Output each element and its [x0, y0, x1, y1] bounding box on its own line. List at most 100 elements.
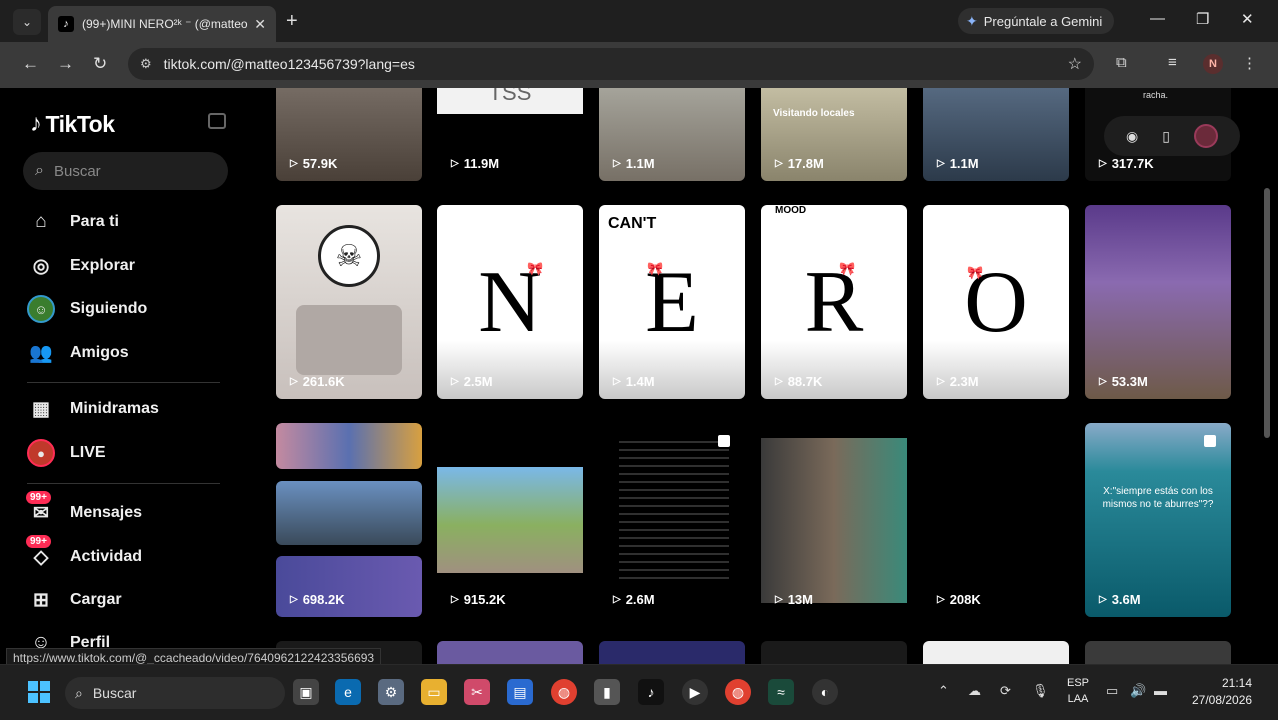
forward-arrow-icon[interactable]: →	[57, 54, 74, 74]
battery-icon[interactable]: ▬	[1154, 683, 1167, 698]
nav-explorar[interactable]: ◎ Explorar	[27, 251, 135, 281]
view-count: ▷ 57.9K	[290, 156, 338, 171]
restore-icon[interactable]: ❐	[1196, 10, 1209, 28]
nav-minidramas[interactable]: ▦ Minidramas	[27, 394, 159, 424]
tiktok-logo[interactable]: ♪ TikTok	[30, 110, 115, 138]
bookmark-star-icon[interactable]: ☆	[1068, 54, 1082, 74]
video-card[interactable]: O 🎀 ▷ 2.3M	[923, 205, 1069, 399]
video-card[interactable]: ▷ 208K	[923, 423, 1069, 617]
view-count: ▷ 17.8M	[775, 156, 824, 171]
thumbnail-letter: R	[804, 253, 864, 351]
nav-label: Siguiendo	[70, 300, 148, 317]
media-player-icon[interactable]: ▶	[682, 679, 708, 705]
tiktok-page: ♪ TikTok ⌕ ⌂ Para ti ◎ Explorar ☺ Siguie…	[0, 88, 1278, 664]
nav-actividad[interactable]: ◇ 99+ Actividad	[26, 535, 142, 572]
video-card[interactable]	[761, 641, 907, 664]
nav-label: LIVE	[70, 444, 106, 461]
task-view-icon[interactable]: ▣	[293, 679, 319, 705]
snipping-tool-icon[interactable]: ✂	[464, 679, 490, 705]
collapse-sidebar-icon[interactable]	[208, 113, 226, 129]
volume-icon[interactable]: 🔊	[1130, 683, 1146, 699]
network-icon[interactable]: ▭	[1106, 683, 1118, 699]
video-card[interactable]	[437, 641, 583, 664]
video-card[interactable]: ▷ 57.9K	[276, 88, 422, 181]
windows-start-icon[interactable]	[28, 681, 50, 703]
video-card[interactable]: MOOD R 🎀 ▷ 88.7K	[761, 205, 907, 399]
taskbar-search-label: Buscar	[92, 685, 137, 701]
chevron-up-icon[interactable]: ⌃	[938, 683, 949, 699]
video-card[interactable]: N 🎀 ▷ 2.5M	[437, 205, 583, 399]
video-card[interactable]: ▷ 1.1M	[923, 88, 1069, 181]
video-card[interactable]: ☠ ▷ 261.6K	[276, 205, 422, 399]
more-menu-icon[interactable]: ⋮	[1242, 54, 1257, 72]
video-card[interactable]: ▷ 53.3M	[1085, 205, 1231, 399]
nav-label: Mensajes	[70, 504, 143, 521]
tab-search-button[interactable]: ⌄	[13, 9, 41, 35]
nav-amigos[interactable]: 👥 Amigos	[27, 338, 129, 368]
sidebar: ♪ TikTok ⌕ ⌂ Para ti ◎ Explorar ☺ Siguie…	[0, 88, 250, 664]
back-arrow-icon[interactable]: ←	[22, 54, 39, 74]
obs-icon[interactable]: ◐	[812, 679, 838, 705]
browser-tab[interactable]: ♪ (99+)MINI NERO²ᵏ ⁻ (@matteo ✕	[48, 6, 276, 42]
video-card[interactable]: X:"siempre estás con los mismos no te ab…	[1085, 423, 1231, 617]
floating-tools: ◉ ▯	[1104, 116, 1240, 156]
nav-para-ti[interactable]: ⌂ Para ti	[27, 207, 119, 237]
store-icon[interactable]: ▤	[507, 679, 533, 705]
video-card[interactable]: ▷ 915.2K	[437, 423, 583, 617]
system-clock[interactable]: 21:14 27/08/2026	[1192, 675, 1252, 709]
video-card[interactable]: CAN'T E 🎀 ▷ 1.4M	[599, 205, 745, 399]
nav-live[interactable]: ● LIVE	[27, 438, 106, 468]
video-card[interactable]	[1085, 641, 1231, 664]
video-card[interactable]	[599, 641, 745, 664]
microphone-icon[interactable]: 🎙	[1032, 683, 1049, 699]
language-indicator[interactable]: ESP LAA	[1064, 675, 1092, 707]
play-icon: ▷	[451, 376, 459, 387]
chrome-icon[interactable]: ◍	[551, 679, 577, 705]
usb-icon[interactable]: ▮	[594, 679, 620, 705]
video-card[interactable]: ▷ 698.2K	[276, 423, 422, 617]
nav-cargar[interactable]: ⊞ Cargar	[27, 585, 122, 615]
taskbar-search[interactable]: ⌕ Buscar	[65, 677, 285, 709]
edge-icon[interactable]: e	[335, 679, 361, 705]
sidebar-divider	[27, 382, 220, 383]
reload-icon[interactable]: ↻	[93, 54, 107, 74]
site-settings-icon[interactable]: ⚙	[140, 56, 152, 72]
video-card[interactable]: ▷ 2.6M	[599, 423, 745, 617]
profile-avatar[interactable]: N	[1203, 54, 1223, 74]
phone-icon[interactable]: ▯	[1162, 128, 1170, 145]
tiktok-app-icon[interactable]: ♪	[638, 679, 664, 705]
gemini-button[interactable]: ✦ Pregúntale a Gemini	[958, 8, 1114, 34]
play-icon: ▷	[290, 594, 298, 605]
settings-icon[interactable]: ⚙	[378, 679, 404, 705]
media-control-icon[interactable]: ≡	[1168, 54, 1177, 71]
window-close-icon[interactable]: ✕	[1241, 10, 1254, 28]
sync-icon[interactable]: ⟳	[1000, 683, 1011, 699]
chrome-active-icon[interactable]: ◍	[725, 679, 751, 705]
video-card[interactable]: ▷ 1.1M	[599, 88, 745, 181]
search-box[interactable]: ⌕	[23, 152, 228, 190]
new-tab-button[interactable]: +	[286, 10, 298, 33]
file-explorer-icon[interactable]: ▭	[421, 679, 447, 705]
compass-icon[interactable]: ◉	[1126, 128, 1138, 145]
monitor-app-icon[interactable]: ≈	[768, 679, 794, 705]
close-icon[interactable]: ✕	[254, 16, 266, 33]
search-input[interactable]	[53, 162, 204, 180]
nav-mensajes[interactable]: ✉ 99+ Mensajes	[26, 491, 143, 528]
video-card[interactable]	[923, 641, 1069, 664]
nav-siguiendo[interactable]: ☺ Siguiendo	[27, 294, 147, 324]
page-scrollbar[interactable]	[1264, 188, 1270, 438]
windows-taskbar: ⌕ Buscar ▣ e ⚙ ▭ ✂ ▤ ◍ ▮ ♪ ▶ ◍ ≈ ◐ ⌃ ☁ ⟳…	[0, 664, 1278, 720]
onedrive-icon[interactable]: ☁	[968, 683, 981, 699]
multi-photo-icon	[718, 435, 730, 447]
minimize-icon[interactable]: —	[1150, 10, 1165, 27]
address-bar[interactable]: ⚙ tiktok.com/@matteo123456739?lang=es ☆	[128, 48, 1094, 80]
user-avatar[interactable]	[1193, 124, 1218, 148]
view-count: ▷ 2.3M	[937, 374, 979, 389]
view-count: ▷ 1.1M	[613, 156, 655, 171]
video-card[interactable]: TSS ▷ 11.9M	[437, 88, 583, 181]
thumbnail-image	[761, 438, 907, 603]
video-card[interactable]: ▷ 13M	[761, 423, 907, 617]
video-card[interactable]: Visitando locales ▷ 17.8M	[761, 88, 907, 181]
extensions-icon[interactable]: ⧉	[1116, 54, 1127, 71]
play-icon: ▷	[775, 594, 783, 605]
